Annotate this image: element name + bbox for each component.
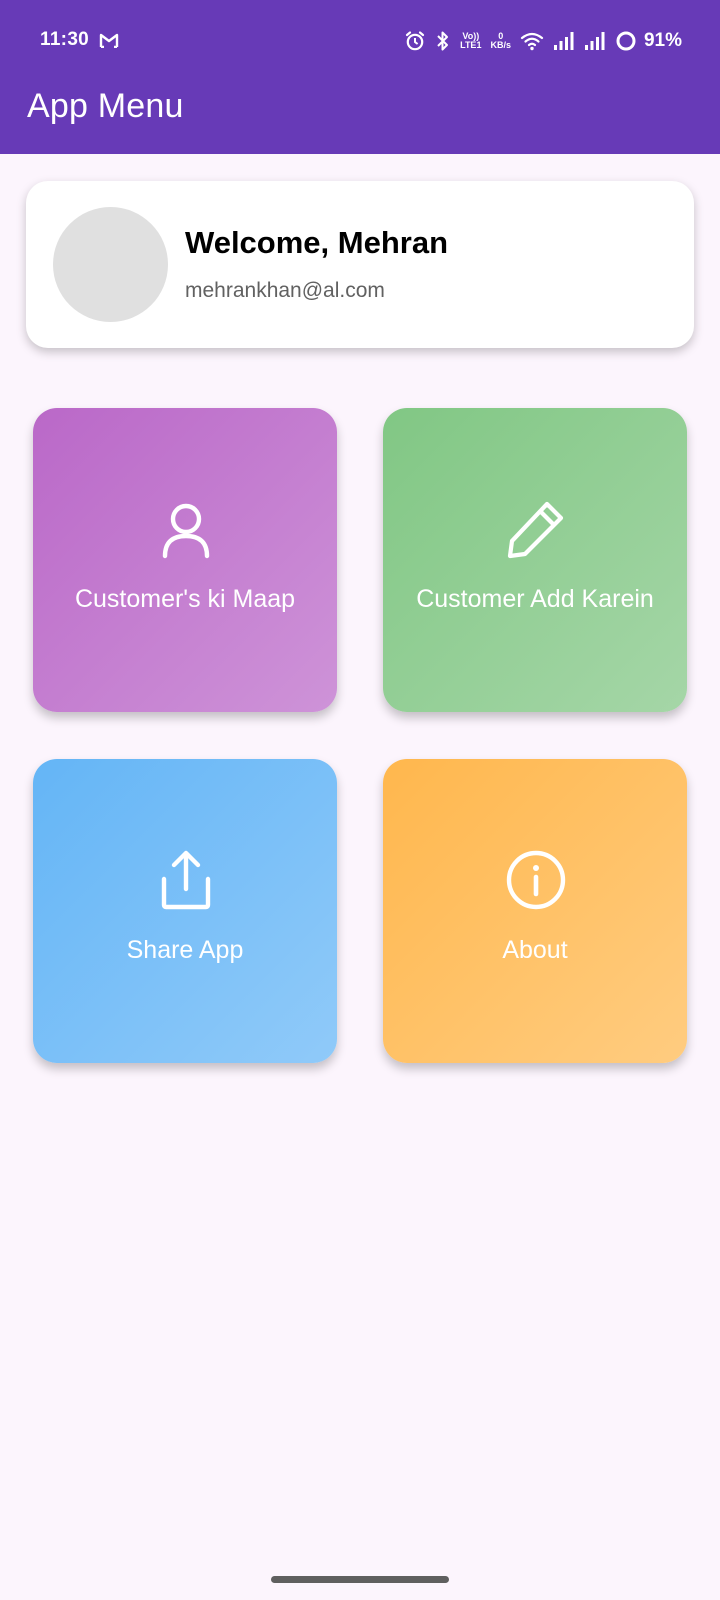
bluetooth-icon [435,29,451,53]
add-customer-button[interactable]: Customer Add Karein [383,408,687,712]
signal-sim1-icon [553,31,575,51]
wifi-icon [520,31,544,51]
page-title: App Menu [27,87,184,125]
person-icon [155,498,217,560]
profile-card: Welcome, Mehran mehrankhan@al.com [26,181,694,348]
status-time: 11:30 [40,29,90,50]
welcome-text: Welcome, Mehran [185,225,449,260]
battery-percent: 91% [643,30,682,51]
battery-ring-icon [615,30,637,52]
status-icons: Vo)) LTE1 0 KB/s 91% [404,26,682,56]
volte-bottom: LTE1 [460,40,482,50]
avatar [53,207,168,322]
gmail-icon [99,32,119,53]
signal-sim2-icon [584,31,606,51]
tile-label: About [502,936,568,964]
network-speed: 0 KB/s [490,32,511,50]
network-speed-unit: KB/s [490,40,511,50]
status-bar: 11:30 Vo)) LTE1 0 KB/s 91% [0,0,720,82]
volte-icon: Vo)) LTE1 [460,32,481,50]
share-app-button[interactable]: Share App [33,759,337,1063]
tile-label: Customer Add Karein [416,585,654,613]
about-button[interactable]: About [383,759,687,1063]
app-bar: 11:30 Vo)) LTE1 0 KB/s 91% App Menu [0,0,720,154]
user-email: mehrankhan@al.com [185,279,385,302]
edit-pencil-icon [505,498,567,560]
info-icon [505,849,567,911]
customers-map-button[interactable]: Customer's ki Maap [33,408,337,712]
tile-label: Share App [126,936,244,964]
tile-label: Customer's ki Maap [74,585,296,613]
share-icon [155,849,217,911]
gesture-nav-handle[interactable] [271,1576,449,1583]
alarm-icon [404,30,426,52]
